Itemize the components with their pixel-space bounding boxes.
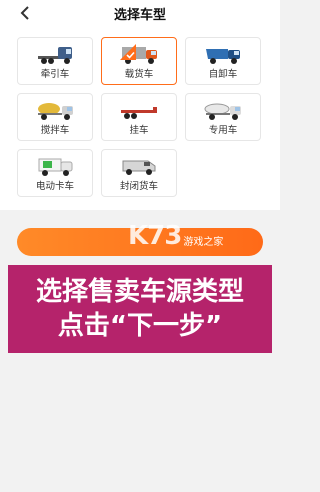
vehicle-label: 挂车 <box>129 125 149 136</box>
mixer-truck-icon <box>38 103 73 120</box>
vehicle-card-trailer[interactable]: 挂车 <box>101 93 177 141</box>
vehicle-label: 封闭货车 <box>119 181 158 192</box>
electric-truck-icon <box>38 158 73 176</box>
vehicle-label: 搅拌车 <box>40 125 70 136</box>
watermark-text: 游戏之家 <box>183 236 224 248</box>
page-title: 选择车型 <box>113 8 166 23</box>
vehicle-type-panel: 牵引车 载货车 自卸车 搅拌车 挂车 专用车 电动卡车 封闭货车 <box>0 26 280 210</box>
special-truck-icon <box>204 103 241 120</box>
selected-check-icon <box>120 44 136 60</box>
caption-line-2: 点击“下一步” <box>57 311 223 341</box>
vehicle-card-tractor[interactable]: 牵引车 <box>17 37 93 85</box>
dump-truck-icon <box>206 49 240 64</box>
vehicle-card-electric[interactable]: 电动卡车 <box>17 149 93 197</box>
vehicle-label: 电动卡车 <box>35 181 74 192</box>
vehicle-card-mixer[interactable]: 搅拌车 <box>17 93 93 141</box>
trailer-icon <box>121 107 157 119</box>
vehicle-label: 牵引车 <box>40 69 70 80</box>
top-bar: 选择车型 <box>0 0 280 26</box>
vehicle-card-cargo[interactable]: 载货车 <box>101 37 177 85</box>
vehicle-label: 载货车 <box>124 69 154 80</box>
vehicle-label: 自卸车 <box>208 69 238 80</box>
vehicle-card-dump[interactable]: 自卸车 <box>185 37 261 85</box>
tractor-truck-icon <box>38 47 72 64</box>
vehicle-card-special[interactable]: 专用车 <box>185 93 261 141</box>
caption-overlay: 选择售卖车源类型 点击“下一步” <box>8 265 272 353</box>
closed-van-icon <box>122 160 156 175</box>
watermark: K73 游戏之家 <box>128 216 223 256</box>
vehicle-label: 专用车 <box>208 125 238 136</box>
watermark-logo: K73 <box>128 221 182 251</box>
vehicle-card-closed-van[interactable]: 封闭货车 <box>101 149 177 197</box>
caption-line-1: 选择售卖车源类型 <box>35 277 244 307</box>
